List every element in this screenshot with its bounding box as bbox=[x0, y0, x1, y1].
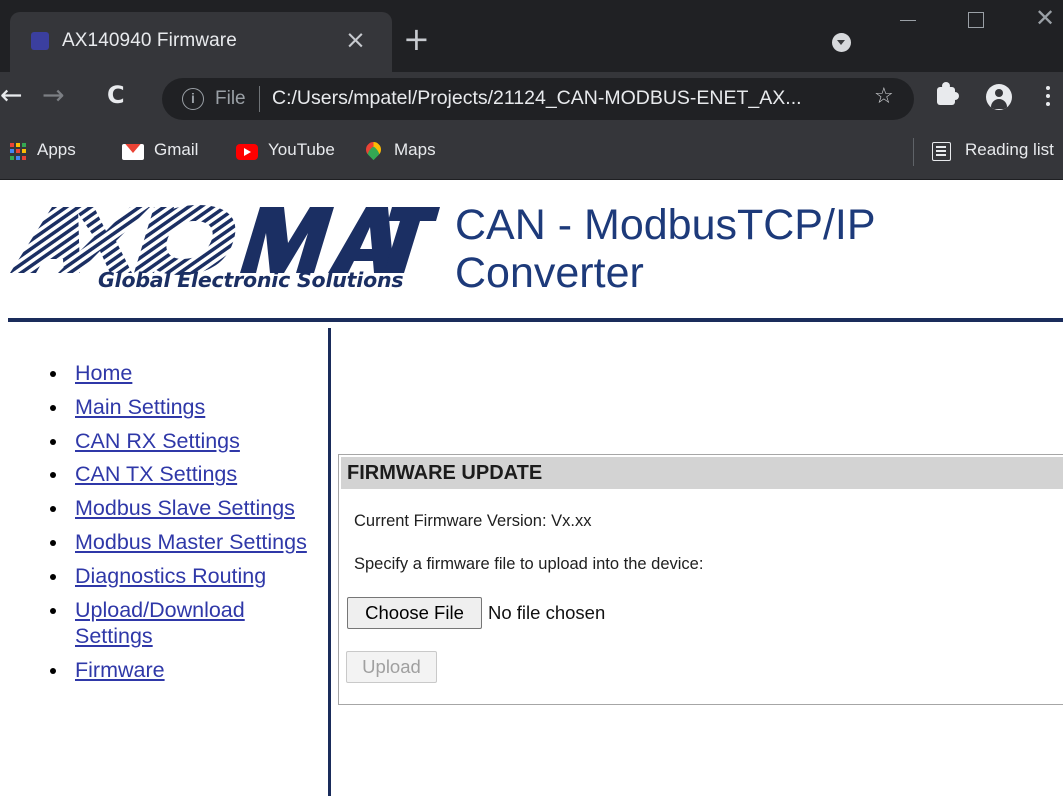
info-icon[interactable]: i bbox=[182, 88, 204, 110]
apps-icon bbox=[10, 143, 27, 160]
reading-list-button[interactable]: Reading list bbox=[932, 140, 1054, 161]
page-title: CAN - ModbusTCP/IP Converter bbox=[455, 201, 876, 297]
maps-icon bbox=[362, 138, 385, 161]
youtube-icon bbox=[236, 144, 258, 160]
url-scheme: File bbox=[215, 88, 246, 109]
logo-wordmark-icon bbox=[10, 205, 440, 275]
window-close-icon[interactable]: ✕ bbox=[1035, 4, 1055, 32]
sidebar-item-modbus-master-settings: Modbus Master Settings bbox=[50, 529, 320, 556]
firmware-instructions: Specify a firmware file to upload into t… bbox=[354, 555, 704, 573]
sidebar-divider bbox=[328, 328, 331, 796]
window-minimize-icon[interactable] bbox=[900, 20, 916, 21]
bookmark-maps[interactable]: Maps bbox=[362, 138, 436, 161]
url-text[interactable]: C:/Users/mpatel/Projects/21124_CAN-MODBU… bbox=[272, 87, 802, 110]
firmware-heading: FIRMWARE UPDATE bbox=[341, 457, 1063, 489]
sidebar-item-modbus-slave-settings: Modbus Slave Settings bbox=[50, 495, 320, 522]
bookmark-label: YouTube bbox=[268, 140, 335, 159]
back-arrow-icon[interactable]: ← bbox=[0, 80, 23, 111]
nav-link-diagnostics-routing[interactable]: Diagnostics Routing bbox=[75, 564, 266, 588]
sidebar-item-firmware: Firmware bbox=[50, 657, 320, 684]
bookmarks-separator bbox=[913, 138, 914, 166]
upload-button[interactable]: Upload bbox=[346, 651, 437, 683]
nav-link-upload-download-settings[interactable]: Upload/Download Settings bbox=[75, 598, 245, 649]
sidebar-item-main-settings: Main Settings bbox=[50, 394, 320, 421]
choose-file-button[interactable]: Choose File bbox=[347, 597, 482, 629]
nav-link-modbus-slave-settings[interactable]: Modbus Slave Settings bbox=[75, 496, 295, 520]
bookmark-label: Gmail bbox=[154, 140, 199, 159]
sidebar-nav: Home Main Settings CAN RX Settings CAN T… bbox=[50, 360, 320, 691]
nav-link-main-settings[interactable]: Main Settings bbox=[75, 395, 205, 419]
account-icon[interactable] bbox=[986, 84, 1012, 110]
firmware-update-panel: FIRMWARE UPDATE Current Firmware Version… bbox=[338, 454, 1063, 705]
extensions-puzzle-icon[interactable] bbox=[937, 82, 959, 105]
web-page: Global Electronic Solutions CAN - Modbus… bbox=[0, 181, 1063, 796]
bookmark-youtube[interactable]: YouTube bbox=[236, 140, 335, 160]
bookmark-gmail[interactable]: Gmail bbox=[122, 140, 198, 160]
window-maximize-icon[interactable] bbox=[968, 12, 984, 28]
sidebar-item-can-rx-settings: CAN RX Settings bbox=[50, 428, 320, 455]
browser-toolbar: ← → C i File C:/Users/mpatel/Projects/21… bbox=[0, 72, 1063, 126]
current-firmware-version: Current Firmware Version: Vx.xx bbox=[354, 512, 592, 530]
axiomatic-logo: Global Electronic Solutions bbox=[8, 203, 440, 298]
forward-arrow-icon[interactable]: → bbox=[42, 80, 65, 111]
address-separator bbox=[259, 86, 260, 112]
reading-list-icon bbox=[932, 142, 951, 161]
nav-link-can-rx-settings[interactable]: CAN RX Settings bbox=[75, 429, 240, 453]
file-status: No file chosen bbox=[488, 602, 606, 623]
sidebar-item-upload-download-settings: Upload/Download Settings bbox=[50, 597, 320, 650]
header-divider bbox=[8, 318, 1063, 322]
bookmark-apps[interactable]: Apps bbox=[10, 140, 76, 160]
reload-icon[interactable]: C bbox=[107, 81, 125, 109]
new-tab-icon[interactable]: + bbox=[403, 23, 430, 55]
gmail-icon bbox=[122, 144, 144, 160]
sidebar-item-home: Home bbox=[50, 360, 320, 387]
bookmark-label: Apps bbox=[37, 140, 76, 159]
bookmark-label: Maps bbox=[394, 140, 436, 159]
bookmarks-bar: Apps Gmail YouTube Maps Reading list bbox=[0, 126, 1063, 180]
nav-link-can-tx-settings[interactable]: CAN TX Settings bbox=[75, 462, 237, 486]
sidebar-item-diagnostics-routing: Diagnostics Routing bbox=[50, 563, 320, 590]
favicon-icon bbox=[31, 32, 49, 50]
bookmark-star-icon[interactable]: ☆ bbox=[874, 84, 894, 109]
sidebar-item-can-tx-settings: CAN TX Settings bbox=[50, 461, 320, 488]
logo-tagline: Global Electronic Solutions bbox=[98, 268, 404, 292]
browser-tab[interactable]: AX140940 Firmware × bbox=[10, 12, 392, 72]
tab-close-icon[interactable]: × bbox=[345, 25, 366, 54]
nav-link-modbus-master-settings[interactable]: Modbus Master Settings bbox=[75, 530, 307, 554]
kebab-menu-icon[interactable] bbox=[1046, 86, 1050, 108]
tab-search-icon[interactable] bbox=[832, 33, 851, 52]
nav-link-home[interactable]: Home bbox=[75, 361, 132, 385]
nav-link-firmware[interactable]: Firmware bbox=[75, 658, 165, 682]
reading-list-label: Reading list bbox=[965, 140, 1054, 159]
address-bar[interactable]: i File C:/Users/mpatel/Projects/21124_CA… bbox=[162, 78, 914, 120]
tab-title: AX140940 Firmware bbox=[62, 30, 237, 51]
